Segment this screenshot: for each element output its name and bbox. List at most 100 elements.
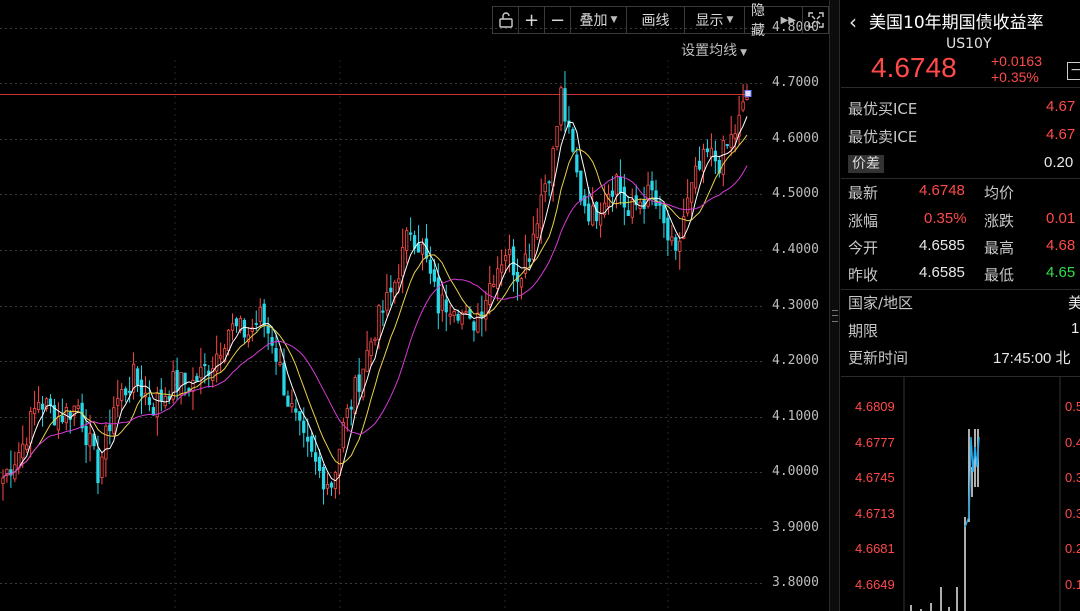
intraday-mini-chart[interactable]: 4.6809 4.6777 4.6745 4.6713 4.6681 4.6649 0.5… bbox=[841, 376, 1080, 611]
kline-chart-pane[interactable]: 4.8000 4.7000 4.6000 4.5000 4.4000 4.3000 4.20… bbox=[0, 0, 830, 611]
candle-body bbox=[116, 398, 120, 406]
candle-body bbox=[163, 395, 167, 407]
candle-body bbox=[337, 448, 342, 476]
candle-body bbox=[151, 407, 155, 416]
candle-body bbox=[306, 436, 310, 442]
candle-body bbox=[183, 372, 187, 385]
candle-body bbox=[397, 278, 401, 283]
update-time-value: 17:45:00 北 bbox=[993, 350, 1071, 367]
candle-body bbox=[25, 444, 29, 450]
candle-body bbox=[701, 148, 706, 172]
chevron-left-icon[interactable]: ‹ bbox=[849, 10, 857, 34]
candle-body bbox=[60, 415, 64, 423]
best-ask-value: 4.67 bbox=[1046, 126, 1076, 143]
candle-body bbox=[464, 311, 468, 314]
candle-body bbox=[191, 380, 195, 392]
candle-body bbox=[226, 329, 231, 351]
candle-body bbox=[100, 456, 104, 478]
candle-body bbox=[697, 160, 702, 170]
low-label: 最低 bbox=[984, 266, 1015, 284]
candle-body bbox=[559, 87, 563, 126]
low-value: 4.65 bbox=[1046, 264, 1076, 281]
unlock-icon[interactable] bbox=[493, 7, 519, 33]
candle-body bbox=[266, 325, 270, 334]
candle-body bbox=[492, 283, 496, 287]
candle-body bbox=[496, 268, 500, 289]
candle-body bbox=[278, 362, 282, 366]
candle-body bbox=[689, 182, 694, 203]
candle-body bbox=[199, 366, 203, 379]
divider bbox=[841, 289, 1080, 290]
chevron-down-icon: ▼ bbox=[740, 48, 747, 58]
candle-body bbox=[242, 319, 247, 338]
drag-handle-icon bbox=[832, 310, 838, 322]
candle-body bbox=[88, 432, 92, 447]
candle-body bbox=[686, 197, 690, 214]
draw-line-button[interactable]: 画线 bbox=[627, 7, 685, 33]
candle-body bbox=[428, 259, 433, 274]
price-axis-tick: 4.7000 bbox=[772, 75, 819, 91]
candle-body bbox=[155, 393, 159, 418]
overlay-button[interactable]: 叠加 ▼ bbox=[571, 7, 627, 33]
candle-body bbox=[650, 180, 654, 191]
candle-body bbox=[381, 310, 385, 313]
candle-body bbox=[195, 375, 199, 382]
prev-close-value: 4.6585 bbox=[919, 264, 965, 281]
candle-body bbox=[230, 323, 235, 331]
candle-body bbox=[598, 213, 603, 226]
candle-body bbox=[500, 264, 504, 273]
candle-body bbox=[436, 277, 440, 314]
spread-label: 价差 bbox=[848, 153, 884, 179]
pane-splitter[interactable] bbox=[830, 0, 840, 611]
instrument-code: US10Y bbox=[946, 36, 992, 52]
candle-body bbox=[416, 243, 421, 253]
candle-body bbox=[357, 374, 361, 392]
price-chart-svg[interactable] bbox=[0, 0, 830, 611]
candle-body bbox=[179, 372, 183, 396]
candle-body bbox=[662, 204, 666, 224]
overlay-label: 叠加 bbox=[579, 13, 608, 29]
change-value: +0.0163 bbox=[991, 53, 1042, 69]
term-label: 期限 bbox=[848, 322, 879, 340]
hide-button[interactable]: 隐藏 ▶▶ bbox=[745, 3, 803, 39]
candle-body bbox=[175, 370, 179, 391]
candle-body bbox=[377, 305, 381, 340]
candle-body bbox=[503, 255, 508, 262]
candle-body bbox=[535, 223, 539, 238]
candle-body bbox=[547, 181, 551, 184]
country-label: 国家/地区 bbox=[848, 294, 914, 312]
candle-body bbox=[480, 311, 484, 319]
display-button[interactable]: 显示 ▼ bbox=[685, 7, 745, 33]
candle-body bbox=[373, 338, 377, 342]
candle-body bbox=[571, 128, 575, 152]
candle-body bbox=[587, 203, 591, 222]
collapse-button[interactable]: − bbox=[1067, 62, 1080, 80]
candle-body bbox=[543, 183, 547, 193]
candle-body bbox=[294, 408, 298, 413]
price-axis-tick: 4.2000 bbox=[772, 353, 819, 369]
candle-body bbox=[401, 246, 405, 277]
candle-body bbox=[270, 337, 274, 346]
candle-body bbox=[472, 321, 476, 331]
candle-body bbox=[408, 232, 413, 235]
set-ma-button[interactable]: 设置均线 ▼ bbox=[681, 40, 747, 60]
candle-body bbox=[325, 484, 330, 489]
best-bid-label: 最优买ICE bbox=[848, 100, 918, 118]
candle-body bbox=[674, 237, 678, 251]
chart-toolbar: + − 叠加 ▼ 画线 显示 ▼ 隐藏 ▶▶ bbox=[492, 3, 829, 39]
zoom-out-button[interactable]: − bbox=[545, 7, 571, 33]
candle-body bbox=[721, 140, 725, 175]
candle-body bbox=[329, 482, 334, 488]
change-percent: +0.35% bbox=[991, 69, 1039, 85]
price-axis-tick: 4.6000 bbox=[772, 130, 819, 146]
candle-body bbox=[215, 353, 219, 372]
candle-body bbox=[488, 283, 492, 305]
candle-body bbox=[274, 348, 278, 362]
latest-value: 4.6748 bbox=[919, 182, 965, 199]
candle-body bbox=[40, 403, 45, 410]
zoom-in-button[interactable]: + bbox=[519, 7, 545, 33]
last-price: 4.6748 bbox=[871, 52, 957, 83]
candle-body bbox=[440, 294, 444, 311]
display-label: 显示 bbox=[695, 13, 724, 29]
fullscreen-icon[interactable] bbox=[803, 7, 829, 33]
